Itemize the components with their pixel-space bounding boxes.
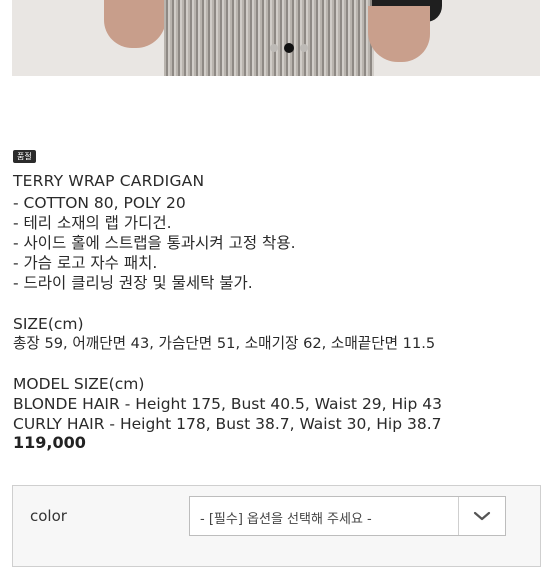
carousel-dot[interactable] <box>300 44 308 52</box>
detail-line: - COTTON 80, POLY 20 <box>13 194 186 212</box>
striped-garment <box>164 0 374 76</box>
carousel-dot-active[interactable] <box>284 43 294 53</box>
color-select[interactable]: - [필수] 옵션을 선택해 주세요 - <box>189 496 506 536</box>
size-values: 총장 59, 어깨단면 43, 가슴단면 51, 소매기장 62, 소매끝단면 … <box>13 335 436 352</box>
color-select-value: - [필수] 옵션을 선택해 주세요 - <box>200 512 372 527</box>
sold-out-badge: 품절 <box>13 150 36 163</box>
product-photo <box>12 0 540 76</box>
size-heading: SIZE(cm) <box>13 315 84 333</box>
product-name: TERRY WRAP CARDIGAN <box>13 172 205 190</box>
model-size-line: CURLY HAIR - Height 178, Bust 38.7, Wais… <box>13 415 442 433</box>
model-hand-right <box>368 6 430 62</box>
carousel-indicator <box>270 43 308 53</box>
chevron-down-icon[interactable] <box>458 497 505 535</box>
model-size-heading: MODEL SIZE(cm) <box>13 375 145 393</box>
detail-line: - 드라이 클리닝 권장 및 물세탁 불가. <box>13 274 253 292</box>
detail-line: - 테리 소재의 랩 가디건. <box>13 214 172 232</box>
detail-line: - 사이드 홀에 스트랩을 통과시켜 고정 착용. <box>13 234 296 252</box>
model-hand-left <box>104 0 166 48</box>
model-size-line: BLONDE HAIR - Height 175, Bust 40.5, Wai… <box>13 395 442 413</box>
carousel-dot[interactable] <box>270 44 278 52</box>
detail-line: - 가슴 로고 자수 패치. <box>13 254 158 272</box>
color-option-label: color <box>30 507 67 525</box>
product-price: 119,000 <box>13 433 86 452</box>
